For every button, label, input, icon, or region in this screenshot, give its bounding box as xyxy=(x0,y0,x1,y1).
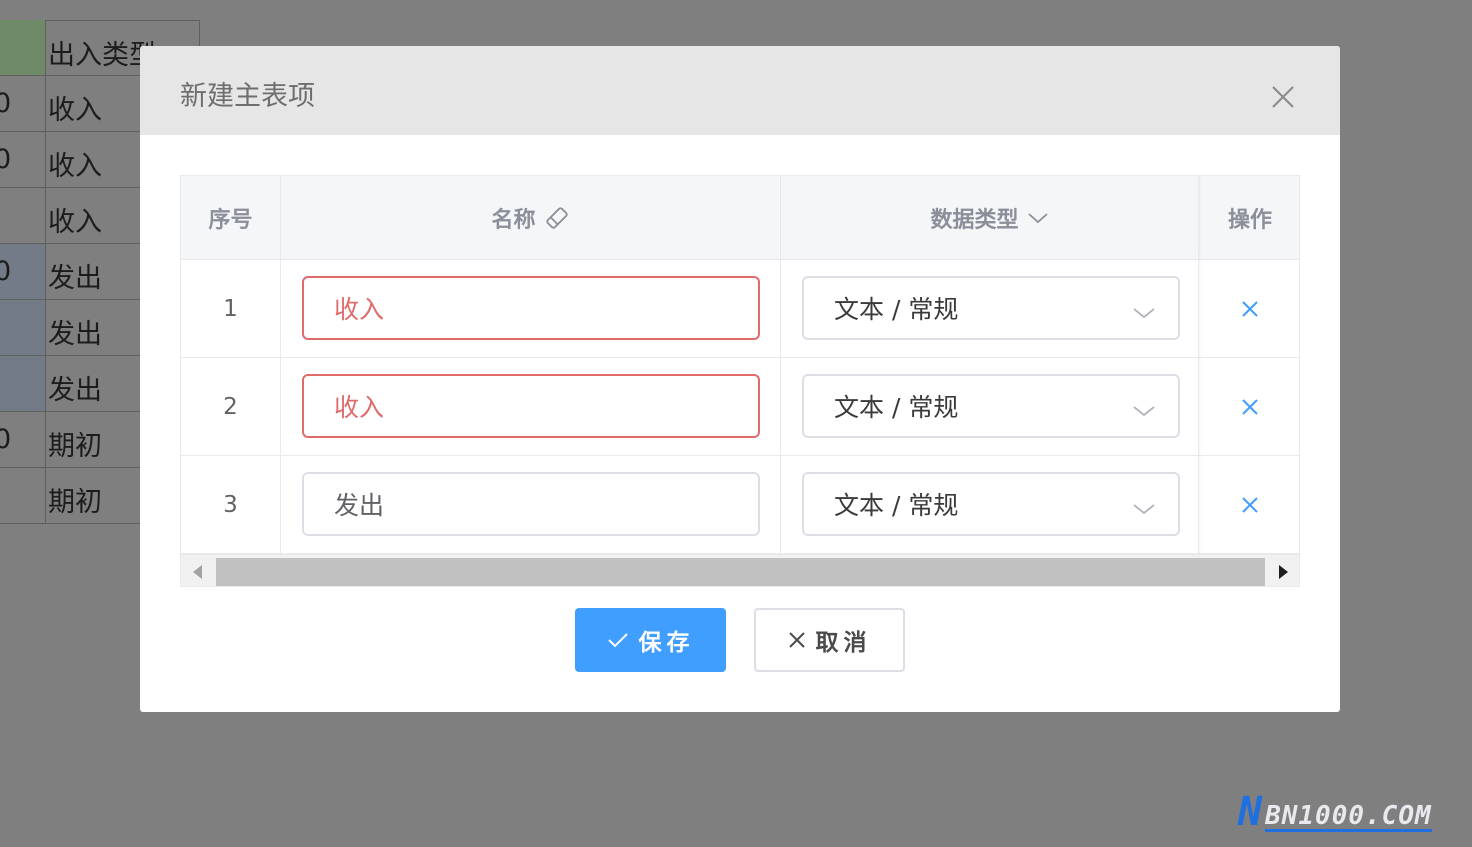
save-button[interactable]: 保存 xyxy=(575,608,726,672)
delete-row-button[interactable] xyxy=(1199,358,1299,456)
row-index: 1 xyxy=(181,260,281,358)
header-index-label: 序号 xyxy=(208,208,253,233)
new-main-item-dialog: 新建主表项 序号 名称 数据类型 操作 1 收入 文本 / 常规 2 收入 文本… xyxy=(140,46,1340,712)
table-row: 1 文本 / 常规 xyxy=(181,260,1299,358)
header-actions-label: 操作 xyxy=(1227,208,1272,233)
data-type-select[interactable]: 文本 / 常规 xyxy=(802,374,1180,438)
edit-tag-icon xyxy=(544,205,570,231)
background-cell-value: 0 xyxy=(0,144,12,175)
delete-row-button[interactable] xyxy=(1199,260,1299,358)
delete-x-icon xyxy=(1242,497,1258,513)
header-data-type-label: 数据类型 xyxy=(930,208,1019,233)
header-name: 名称 xyxy=(281,176,781,260)
header-actions: 操作 xyxy=(1199,176,1299,260)
background-cell-value: 0 xyxy=(0,88,12,119)
background-cell xyxy=(0,188,46,244)
chevron-down-icon xyxy=(1132,494,1156,523)
name-cell xyxy=(281,260,781,358)
scroll-left-arrow-icon[interactable] xyxy=(193,565,202,579)
watermark-text: BN1000.COM xyxy=(1265,801,1432,832)
check-icon xyxy=(607,633,628,648)
data-type-cell: 文本 / 常规 xyxy=(781,260,1199,358)
background-cell-value: 0 xyxy=(0,424,12,455)
chevron-down-icon xyxy=(1027,211,1049,225)
delete-row-button[interactable] xyxy=(1199,456,1299,554)
table-header: 序号 名称 数据类型 操作 xyxy=(181,176,1299,260)
header-index: 序号 xyxy=(181,176,281,260)
name-input[interactable] xyxy=(302,472,760,536)
scroll-right-arrow-icon[interactable] xyxy=(1279,565,1288,579)
dialog-header: 新建主表项 xyxy=(140,46,1340,135)
data-type-value: 文本 / 常规 xyxy=(834,295,959,324)
background-cell: 0 xyxy=(0,76,46,132)
name-cell xyxy=(281,358,781,456)
data-type-select[interactable]: 文本 / 常规 xyxy=(802,472,1180,536)
close-icon xyxy=(788,632,805,648)
header-name-label: 名称 xyxy=(491,208,536,233)
table-row: 3 文本 / 常规 xyxy=(181,456,1299,554)
data-type-cell: 文本 / 常规 xyxy=(781,456,1199,554)
background-cell xyxy=(0,300,46,356)
chevron-down-icon xyxy=(1132,396,1156,425)
chevron-down-icon xyxy=(1132,298,1156,327)
watermark-logo-letter: N xyxy=(1238,789,1264,835)
fixed-column-shadow xyxy=(1199,176,1201,556)
background-cell: 0 xyxy=(0,412,46,468)
data-type-cell: 文本 / 常规 xyxy=(781,358,1199,456)
dialog-title: 新建主表项 xyxy=(180,81,315,112)
save-button-label: 保存 xyxy=(638,630,695,656)
delete-x-icon xyxy=(1242,301,1258,317)
data-type-value: 文本 / 常规 xyxy=(834,393,959,422)
name-cell xyxy=(281,456,781,554)
horizontal-scrollbar[interactable] xyxy=(181,554,1299,586)
cancel-button[interactable]: 取消 xyxy=(754,608,905,672)
delete-x-icon xyxy=(1242,399,1258,415)
row-index: 2 xyxy=(181,358,281,456)
name-input[interactable] xyxy=(302,276,760,340)
table-row: 2 文本 / 常规 xyxy=(181,358,1299,456)
background-cell xyxy=(0,468,46,524)
background-cell xyxy=(0,356,46,412)
background-cell: 0 xyxy=(0,244,46,300)
data-type-value: 文本 / 常规 xyxy=(834,491,959,520)
cancel-button-label: 取消 xyxy=(815,630,872,656)
items-table: 序号 名称 数据类型 操作 1 收入 文本 / 常规 2 收入 文本 / 常规 … xyxy=(180,175,1300,587)
background-cell-value: 0 xyxy=(0,256,12,287)
data-type-select[interactable]: 文本 / 常规 xyxy=(802,276,1180,340)
background-cell: 0 xyxy=(0,132,46,188)
scroll-thumb[interactable] xyxy=(216,558,1265,586)
site-watermark: N BN1000.COM xyxy=(1238,792,1432,832)
close-icon[interactable] xyxy=(1268,82,1298,112)
row-index: 3 xyxy=(181,456,281,554)
header-data-type[interactable]: 数据类型 xyxy=(781,176,1199,260)
background-cell xyxy=(0,20,46,76)
name-input[interactable] xyxy=(302,374,760,438)
